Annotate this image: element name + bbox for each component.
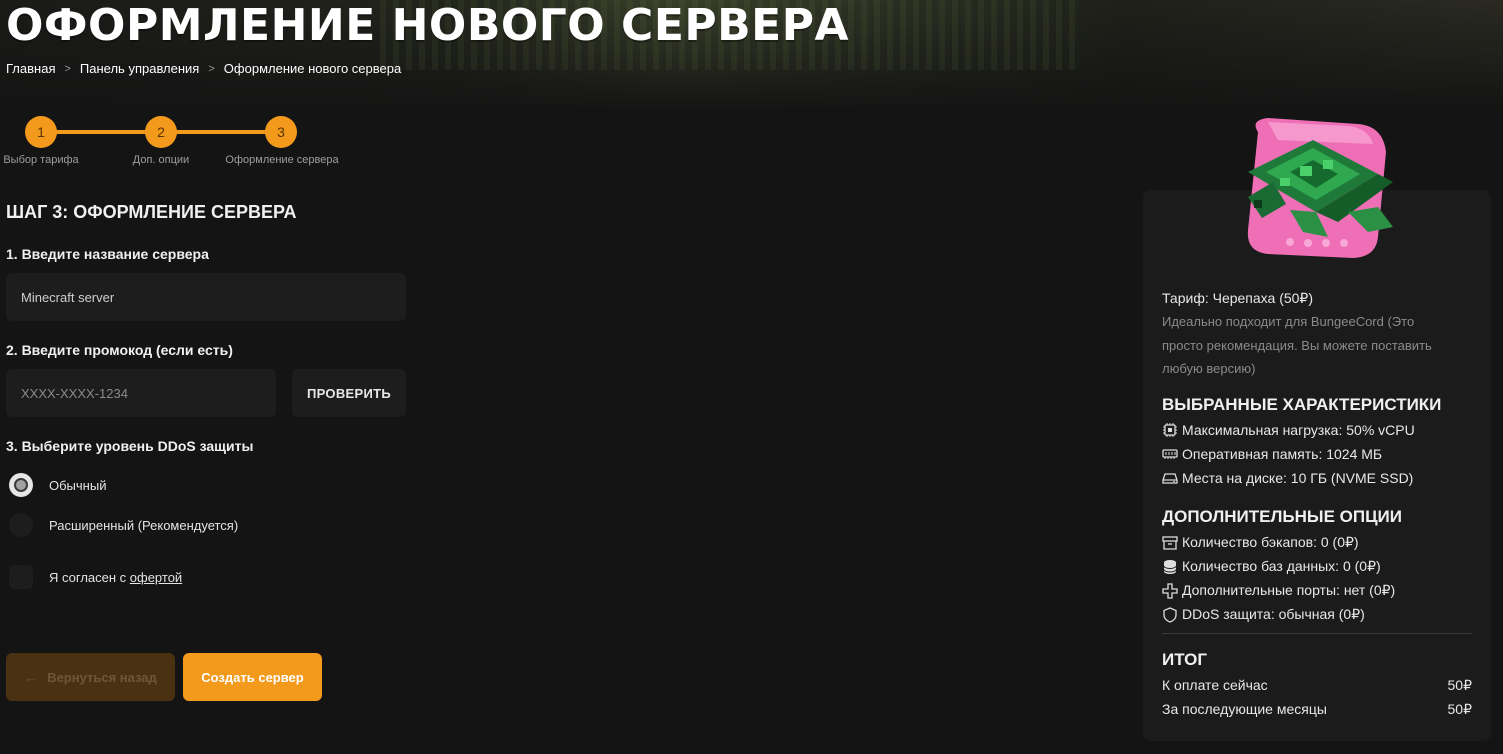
plus-icon xyxy=(1162,582,1178,599)
chevron-right-icon: > xyxy=(208,62,215,75)
tariff-name: Тариф: Черепаха (50₽) xyxy=(1162,290,1313,306)
breadcrumb-current: Оформление нового сервера xyxy=(223,61,402,76)
total-monthly-row: За последующие месяцы 50₽ xyxy=(1162,701,1472,718)
shield-icon xyxy=(1163,606,1177,623)
option-ports: Дополнительные порты: нет (0₽) xyxy=(1162,582,1395,599)
agree-row: Я согласен с офертой xyxy=(9,565,182,589)
memory-icon xyxy=(1162,449,1178,459)
step-1-circle[interactable]: 1 xyxy=(25,116,57,148)
option-databases: Количество баз данных: 0 (0₽) xyxy=(1162,558,1381,575)
step-3-label: Оформление сервера xyxy=(225,154,339,166)
summary-divider xyxy=(1162,633,1472,634)
option-databases-text: Количество баз данных: 0 (0₽) xyxy=(1182,558,1381,574)
total-monthly-label: За последующие месяцы xyxy=(1162,701,1327,717)
total-title: ИТОГ xyxy=(1162,650,1208,669)
step-2-label: Доп. опции xyxy=(132,154,190,166)
option-ports-text: Дополнительные порты: нет (0₽) xyxy=(1182,582,1396,598)
promo-label: 2. Введите промокод (если есть) xyxy=(6,342,233,358)
total-now-label: К оплате сейчас xyxy=(1162,677,1268,693)
option-ddos: DDoS защита: обычная (0₽) xyxy=(1162,606,1365,623)
cpu-icon xyxy=(1163,423,1177,437)
specs-title: ВЫБРАННЫЕ ХАРАКТЕРИСТИКИ xyxy=(1162,395,1442,414)
server-name-input[interactable] xyxy=(6,273,406,321)
ddos-option-standard[interactable]: Обычный xyxy=(9,473,106,497)
stepper: 1 2 3 Выбор тарифа Доп. опции Оформление… xyxy=(0,116,360,176)
create-server-button[interactable]: Создать сервер xyxy=(183,653,322,701)
breadcrumb: Главная > Панель управления > Оформление… xyxy=(6,61,401,76)
total-now-value: 50₽ xyxy=(1447,677,1472,693)
server-name-label: 1. Введите название сервера xyxy=(6,246,209,262)
option-ddos-text: DDoS защита: обычная (0₽) xyxy=(1182,606,1365,622)
radio-checked[interactable] xyxy=(9,473,33,497)
spec-disk-text: Места на диске: 10 ГБ (NVME SSD) xyxy=(1182,470,1414,486)
step-3-circle[interactable]: 3 xyxy=(265,116,297,148)
total-monthly-value: 50₽ xyxy=(1447,701,1472,717)
spec-memory-text: Оперативная память: 1024 МБ xyxy=(1182,446,1383,462)
back-button[interactable]: ← Вернуться назад xyxy=(6,653,175,701)
options-title: ДОПОЛНИТЕЛЬНЫЕ ОПЦИИ xyxy=(1162,507,1402,526)
spec-memory: Оперативная память: 1024 МБ xyxy=(1162,446,1382,462)
option-backups: Количество бэкапов: 0 (0₽) xyxy=(1162,534,1359,551)
promo-input[interactable] xyxy=(6,369,276,417)
step-1-label: Выбор тарифа xyxy=(3,154,79,166)
ddos-option-extended-label: Расширенный (Рекомендуется) xyxy=(49,517,239,533)
ddos-label: 3. Выберите уровень DDoS защиты xyxy=(6,438,254,454)
option-backups-text: Количество бэкапов: 0 (0₽) xyxy=(1182,534,1359,550)
ddos-option-standard-label: Обычный xyxy=(49,477,107,493)
ddos-option-extended[interactable]: Расширенный (Рекомендуется) xyxy=(9,513,238,537)
spec-cpu-text: Максимальная нагрузка: 50% vCPU xyxy=(1182,422,1415,438)
check-promo-button[interactable]: ПРОВЕРИТЬ xyxy=(292,369,406,417)
turtle-plan-image xyxy=(1247,118,1393,258)
arrow-left-icon: ← xyxy=(24,669,38,685)
spec-disk: Места на диске: 10 ГБ (NVME SSD) xyxy=(1162,470,1413,486)
total-now-row: К оплате сейчас 50₽ xyxy=(1162,677,1472,694)
agree-text: Я согласен с xyxy=(49,569,130,585)
step-2-circle[interactable]: 2 xyxy=(145,116,177,148)
breadcrumb-home[interactable]: Главная xyxy=(6,61,55,76)
disk-icon xyxy=(1162,473,1178,484)
back-button-label: Вернуться назад xyxy=(47,669,157,685)
page-title: ОФОРМЛЕНИЕ НОВОГО СЕРВЕРА xyxy=(6,0,850,51)
database-icon xyxy=(1163,559,1177,574)
radio-unchecked[interactable] xyxy=(9,513,33,537)
chevron-right-icon: > xyxy=(64,62,71,75)
agree-checkbox[interactable] xyxy=(9,565,33,589)
agree-label: Я согласен с офертой xyxy=(49,570,182,585)
breadcrumb-dashboard[interactable]: Панель управления xyxy=(80,61,199,76)
step-heading: ШАГ 3: ОФОРМЛЕНИЕ СЕРВЕРА xyxy=(6,202,297,222)
offer-link[interactable]: офертой xyxy=(130,570,182,585)
archive-icon xyxy=(1162,535,1178,550)
tariff-note: Идеально подходит для BungeeCord (Это пр… xyxy=(1162,314,1432,376)
spec-cpu: Максимальная нагрузка: 50% vCPU xyxy=(1162,422,1415,438)
